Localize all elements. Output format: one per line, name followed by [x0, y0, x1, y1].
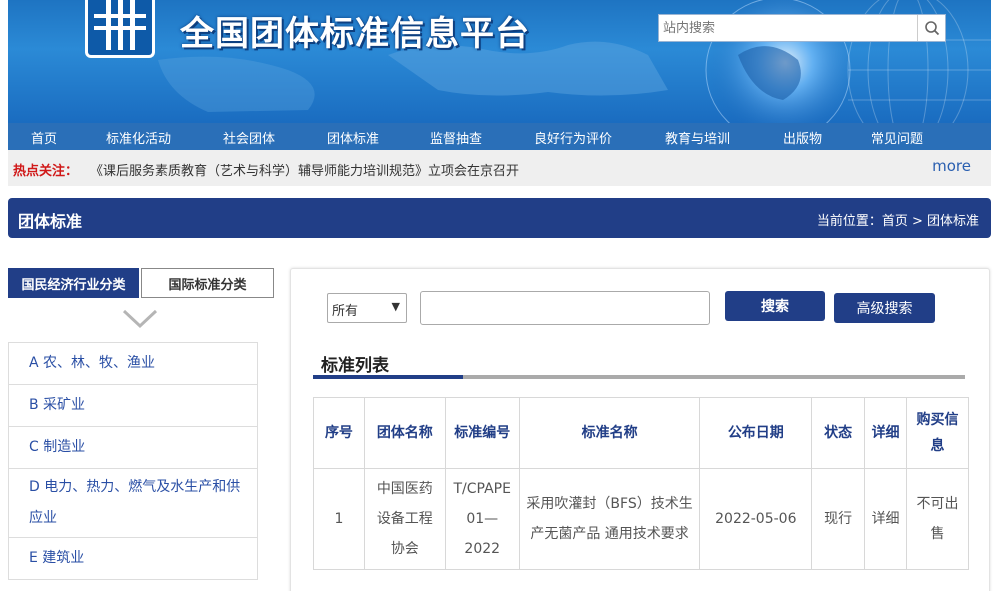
list-title-underline: [313, 375, 965, 379]
search-submit-button[interactable]: 搜索: [725, 291, 825, 321]
cell-date: 2022-05-06: [699, 468, 813, 570]
chevron-down-icon: ▼: [391, 300, 400, 313]
standards-table: 序号 团体名称 标准编号 标准名称 公布日期 状态 详细 购买信息 1 中国医药…: [313, 397, 969, 570]
site-title: 全国团体标准信息平台: [180, 14, 530, 54]
keyword-input[interactable]: [420, 291, 710, 325]
standards-panel: 所有 ▼ 搜索 高级搜索 标准列表 序号 团体名称 标准编号 标准名称 公布日期…: [290, 268, 990, 591]
cell-status: 现行: [811, 468, 866, 570]
col-no: 序号: [313, 397, 365, 469]
cell-buy: 不可出售: [906, 468, 969, 570]
breadcrumb: 当前位置：首页 > 团体标准: [816, 214, 979, 229]
tab-industry-classification[interactable]: 国民经济行业分类: [8, 268, 139, 298]
nav-standardization[interactable]: 标准化活动: [106, 128, 171, 147]
scope-select[interactable]: 所有 ▼: [327, 293, 407, 323]
page-title: 团体标准: [18, 212, 83, 231]
advanced-search-button[interactable]: 高级搜索: [834, 293, 935, 323]
nav-home[interactable]: 首页: [31, 128, 57, 147]
nav-group-standards[interactable]: 团体标准: [327, 128, 379, 147]
nav-evaluation[interactable]: 良好行为评价: [534, 128, 612, 147]
col-detail: 详细: [864, 397, 908, 469]
col-name: 标准名称: [518, 397, 701, 469]
chevron-down-icon: [122, 309, 158, 329]
list-title: 标准列表: [321, 356, 389, 376]
category-list: A 农、林、牧、渔业 B 采矿业 C 制造业 D 电力、热力、燃气及水生产和供应…: [8, 342, 258, 580]
category-item-a[interactable]: A 农、林、牧、渔业: [9, 343, 257, 385]
main-nav: 首页 标准化活动 社会团体 团体标准 监督抽查 良好行为评价 教育与培训 出版物…: [8, 123, 991, 150]
section-header: 团体标准 当前位置：首页 > 团体标准: [8, 198, 991, 238]
col-buy: 购买信息: [906, 397, 969, 469]
cell-name: 采用吹灌封（BFS）技术生产无菌产品 通用技术要求: [518, 468, 701, 570]
more-link[interactable]: more: [932, 157, 971, 175]
site-search: [658, 14, 946, 42]
col-org: 团体名称: [363, 397, 446, 469]
category-item-e[interactable]: E 建筑业: [9, 538, 257, 580]
detail-link[interactable]: 详细: [864, 468, 908, 570]
nav-education[interactable]: 教育与培训: [665, 128, 730, 147]
hot-headline[interactable]: 《课后服务素质教育（艺术与科学）辅导师能力培训规范》立项会在京召开: [90, 160, 519, 179]
tab-ics-classification[interactable]: 国际标准分类: [141, 268, 274, 298]
search-button[interactable]: [917, 15, 945, 41]
search-icon: [924, 21, 939, 36]
scope-select-value: 所有: [332, 304, 359, 319]
nav-social-groups[interactable]: 社会团体: [223, 128, 275, 147]
category-item-c[interactable]: C 制造业: [9, 427, 257, 469]
category-tabs: 国民经济行业分类 国际标准分类: [8, 268, 274, 298]
cell-code: T/CPAPE 01—2022: [444, 468, 520, 570]
nav-supervision[interactable]: 监督抽查: [430, 128, 482, 147]
site-logo[interactable]: [85, 0, 155, 58]
col-code: 标准编号: [444, 397, 520, 469]
category-item-d[interactable]: D 电力、热力、燃气及水生产和供应业: [9, 469, 257, 538]
nav-publications[interactable]: 出版物: [783, 128, 822, 147]
nav-faq[interactable]: 常见问题: [871, 128, 923, 147]
col-status: 状态: [811, 397, 866, 469]
table-row: 1 中国医药设备工程协会 T/CPAPE 01—2022 采用吹灌封（BFS）技…: [313, 468, 969, 570]
hot-topics-bar: 热点关注： 《课后服务素质教育（艺术与科学）辅导师能力培训规范》立项会在京召开 …: [8, 150, 991, 186]
site-search-input[interactable]: [659, 15, 917, 41]
cell-org: 中国医药设备工程协会: [363, 468, 446, 570]
header-banner: 全国团体标准信息平台: [8, 0, 991, 123]
hot-label: 热点关注：: [13, 164, 79, 179]
col-date: 公布日期: [699, 397, 813, 469]
cell-no: 1: [313, 468, 365, 570]
category-item-b[interactable]: B 采矿业: [9, 385, 257, 427]
table-header-row: 序号 团体名称 标准编号 标准名称 公布日期 状态 详细 购买信息: [313, 397, 969, 469]
